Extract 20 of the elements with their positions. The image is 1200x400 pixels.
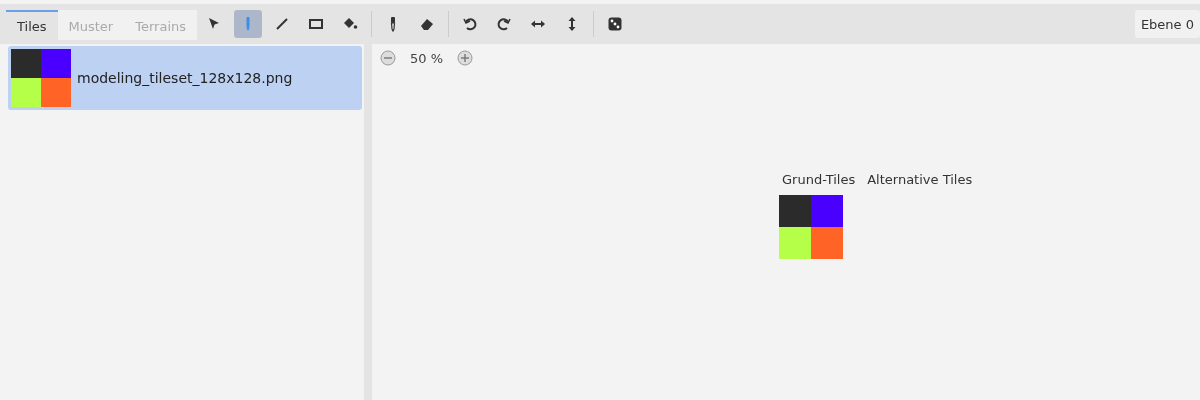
tileset-name: modeling_tileset_128x128.png — [77, 70, 293, 86]
alternative-tiles-label: Alternative Tiles — [867, 172, 973, 187]
zoom-in-button[interactable] — [457, 50, 474, 66]
rectangle-icon — [308, 16, 324, 32]
atlas-tile[interactable] — [811, 195, 843, 227]
zoom-out-button[interactable] — [380, 50, 396, 66]
tileset-thumbnail — [11, 49, 71, 107]
atlas-tile[interactable] — [811, 227, 843, 259]
dice-icon — [607, 16, 623, 32]
eraser-icon — [419, 16, 435, 32]
base-tiles-label: Grund-Tiles — [782, 172, 856, 187]
line-icon — [274, 16, 290, 32]
rotate-left-icon — [462, 16, 478, 32]
atlas-tile[interactable] — [779, 227, 811, 259]
tileset-item[interactable]: modeling_tileset_128x128.png — [8, 46, 362, 110]
rotate-right-icon — [496, 16, 512, 32]
atlas-tile[interactable] — [779, 195, 811, 227]
layer-selector[interactable]: Ebene 0 — [1134, 10, 1200, 38]
paint-bucket-icon — [342, 16, 358, 32]
zoom-level: 50 % — [410, 50, 444, 66]
